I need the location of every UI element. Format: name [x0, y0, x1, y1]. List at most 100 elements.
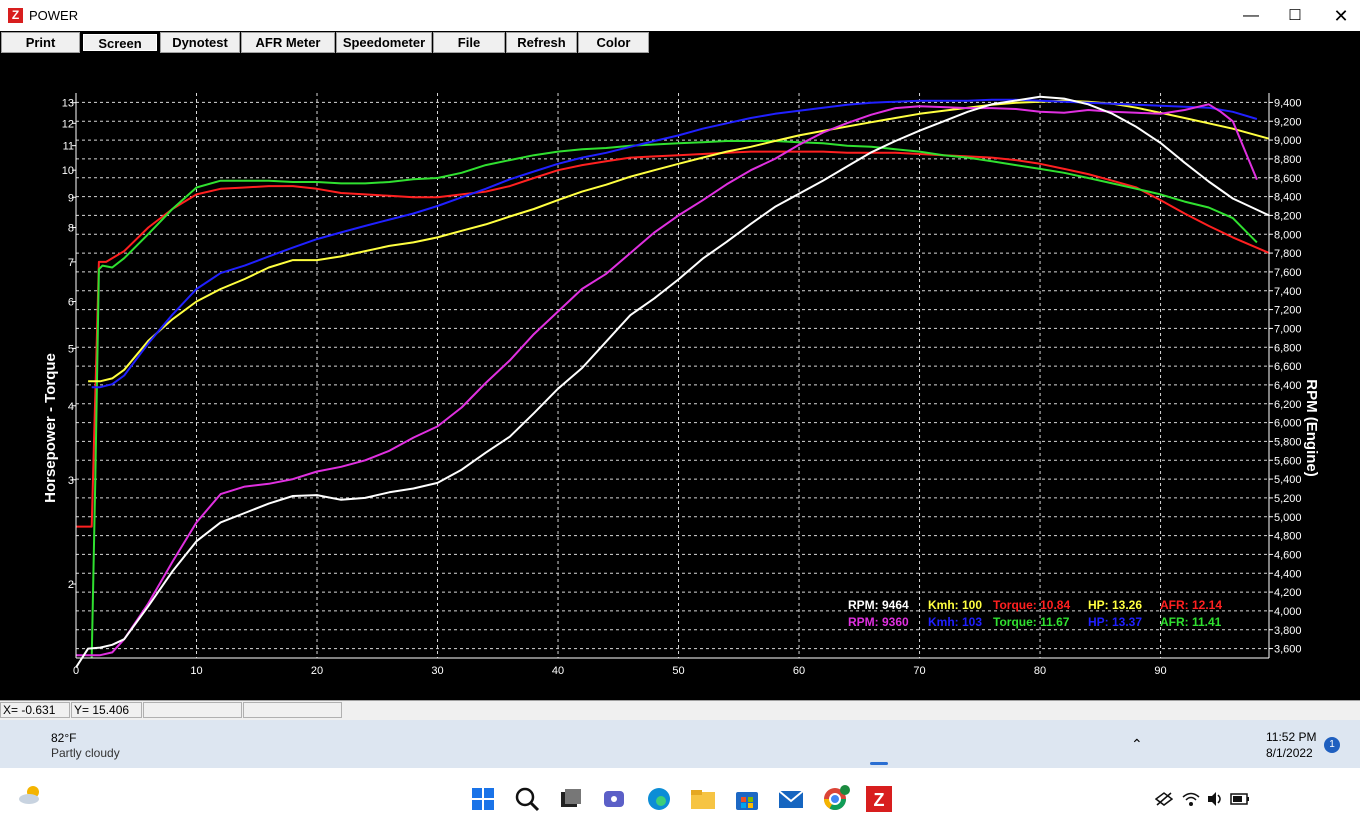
y2-tick-label: 8,800	[1274, 154, 1302, 166]
y-tick-label: 4	[68, 401, 74, 413]
chevron-up-icon[interactable]: ⌃	[1131, 736, 1143, 753]
readout-row1-3: Torque: 10.84	[993, 598, 1070, 612]
dyno-app-icon[interactable]: Z	[864, 729, 894, 812]
search-icon[interactable]	[512, 729, 542, 812]
app-logo: Z	[8, 8, 23, 23]
x-coordinate-readout: X= -0.631	[0, 702, 70, 718]
y2-tick-label: 8,600	[1274, 173, 1302, 185]
y-tick-label: 10	[62, 165, 74, 177]
y2-tick-label: 9,000	[1274, 135, 1302, 147]
y2-tick-label: 4,600	[1274, 549, 1302, 561]
y2-tick-label: 7,600	[1274, 267, 1302, 279]
y2-tick-label: 5,800	[1274, 436, 1302, 448]
y2-tick-label: 4,800	[1274, 531, 1302, 543]
status-panel-4	[243, 702, 342, 718]
clock-time[interactable]: 11:52 PM	[1266, 730, 1316, 744]
y2-tick-label: 6,800	[1274, 342, 1302, 354]
y2-tick-label: 4,200	[1274, 587, 1302, 599]
taskbar	[0, 720, 1360, 768]
readout-row1-4: HP: 13.26	[1088, 598, 1142, 612]
y2-tick-label: 3,800	[1274, 625, 1302, 637]
maximize-icon[interactable]: ☐	[1272, 4, 1318, 28]
x-tick-label: 50	[672, 665, 684, 677]
y2-tick-label: 6,600	[1274, 361, 1302, 373]
x-tick-label: 70	[913, 665, 925, 677]
y2-tick-label: 8,000	[1274, 229, 1302, 241]
clock-date[interactable]: 8/1/2022	[1266, 746, 1313, 760]
edge-icon[interactable]	[644, 729, 674, 810]
speedometer-button[interactable]: Speedometer	[336, 32, 432, 53]
y2-tick-label: 8,200	[1274, 210, 1302, 222]
dyno-chart[interactable]: 0 10 20 30 40 50 60 70 80 90 3,600 3,800 4,000 4,200 4…	[0, 55, 1360, 700]
x-tick-label: 40	[552, 665, 564, 677]
y2-tick-label: 5,400	[1274, 474, 1302, 486]
weather-text[interactable]: Partly cloudy	[51, 746, 120, 760]
y2-tick-label: 6,400	[1274, 380, 1302, 392]
readout-row2-4: HP: 13.37	[1088, 615, 1142, 629]
svg-text:Z: Z	[874, 790, 885, 810]
x-tick-label: 10	[190, 665, 202, 677]
y2-tick-label: 7,200	[1274, 305, 1302, 317]
y-tick-label: 5	[68, 343, 74, 355]
color-button[interactable]: Color	[578, 32, 649, 53]
dynotest-button[interactable]: Dynotest	[160, 32, 240, 53]
y-tick-label: 3	[68, 475, 74, 487]
status-panel-3	[143, 702, 242, 718]
y-tick-label: 9	[68, 192, 74, 204]
screen-button[interactable]: Screen	[81, 32, 159, 53]
task-view-icon[interactable]	[556, 729, 586, 807]
readout-row1-2: Kmh: 100	[928, 598, 982, 612]
x-tick-label: 60	[793, 665, 805, 677]
y2-tick-label: 7,800	[1274, 248, 1302, 260]
x-tick-label: 80	[1034, 665, 1046, 677]
y2-tick-label: 8,400	[1274, 192, 1302, 204]
y2-tick-label: 7,400	[1274, 286, 1302, 298]
y2-tick-label: 5,000	[1274, 512, 1302, 524]
chart-lines	[75, 95, 1270, 668]
window-title: POWER	[29, 8, 79, 23]
readout-row1-5: AFR: 12.14	[1160, 598, 1222, 612]
minimize-icon[interactable]: —	[1228, 4, 1274, 28]
series-line-1	[76, 150, 1270, 528]
notification-badge[interactable]: 1	[1324, 737, 1340, 753]
y2-tick-label: 9,200	[1274, 116, 1302, 128]
y2-tick-label: 5,600	[1274, 455, 1302, 467]
refresh-button[interactable]: Refresh	[506, 32, 577, 53]
y2-tick-label: 6,200	[1274, 399, 1302, 411]
y-tick-label: 7	[68, 257, 74, 269]
afr-meter-button[interactable]: AFR Meter	[241, 32, 335, 53]
y-coordinate-readout: Y= 15.406	[71, 702, 142, 718]
store-icon[interactable]	[732, 729, 762, 810]
print-button[interactable]: Print	[1, 32, 80, 53]
chrome-icon[interactable]	[820, 729, 850, 810]
y2-tick-label: 3,600	[1274, 644, 1302, 656]
y-tick-label: 11	[63, 141, 74, 153]
title-bar	[0, 0, 1360, 31]
y2-tick-label: 7,000	[1274, 323, 1302, 335]
right-axis-label: RPM (Engine)	[1303, 379, 1320, 477]
file-explorer-icon[interactable]	[688, 729, 718, 809]
close-icon[interactable]: ✕	[1318, 4, 1360, 28]
readout-panel: RPM: 9464 Kmh: 100 Torque: 10.84 HP: 13.26 A…	[848, 598, 1222, 629]
left-axis-label: Horsepower - Torque	[42, 353, 59, 503]
mail-icon[interactable]	[776, 729, 806, 808]
y2-tick-label: 5,200	[1274, 493, 1302, 505]
readout-row2-3: Torque: 11.67	[993, 615, 1070, 629]
y2-tick-label: 4,400	[1274, 568, 1302, 580]
x-tick-label: 30	[431, 665, 443, 677]
x-tick-label: 90	[1154, 665, 1166, 677]
readout-row2-2: Kmh: 103	[928, 615, 982, 629]
teams-icon[interactable]	[600, 729, 630, 807]
series-line-6	[75, 95, 1270, 668]
readout-row2-5: AFR: 11.41	[1160, 615, 1222, 629]
y2-tick-label: 6,000	[1274, 418, 1302, 430]
weather-icon[interactable]	[18, 729, 44, 804]
y2-tick-label: 4,000	[1274, 606, 1302, 618]
windows-start-icon[interactable]	[468, 729, 498, 810]
y-tick-label: 2	[68, 579, 74, 591]
x-tick-label: 20	[311, 665, 323, 677]
file-button[interactable]: File	[433, 32, 505, 53]
x-tick-label: 0	[73, 665, 79, 677]
weather-temp[interactable]: 82°F	[51, 731, 76, 745]
y2-tick-label: 9,400	[1274, 97, 1302, 109]
